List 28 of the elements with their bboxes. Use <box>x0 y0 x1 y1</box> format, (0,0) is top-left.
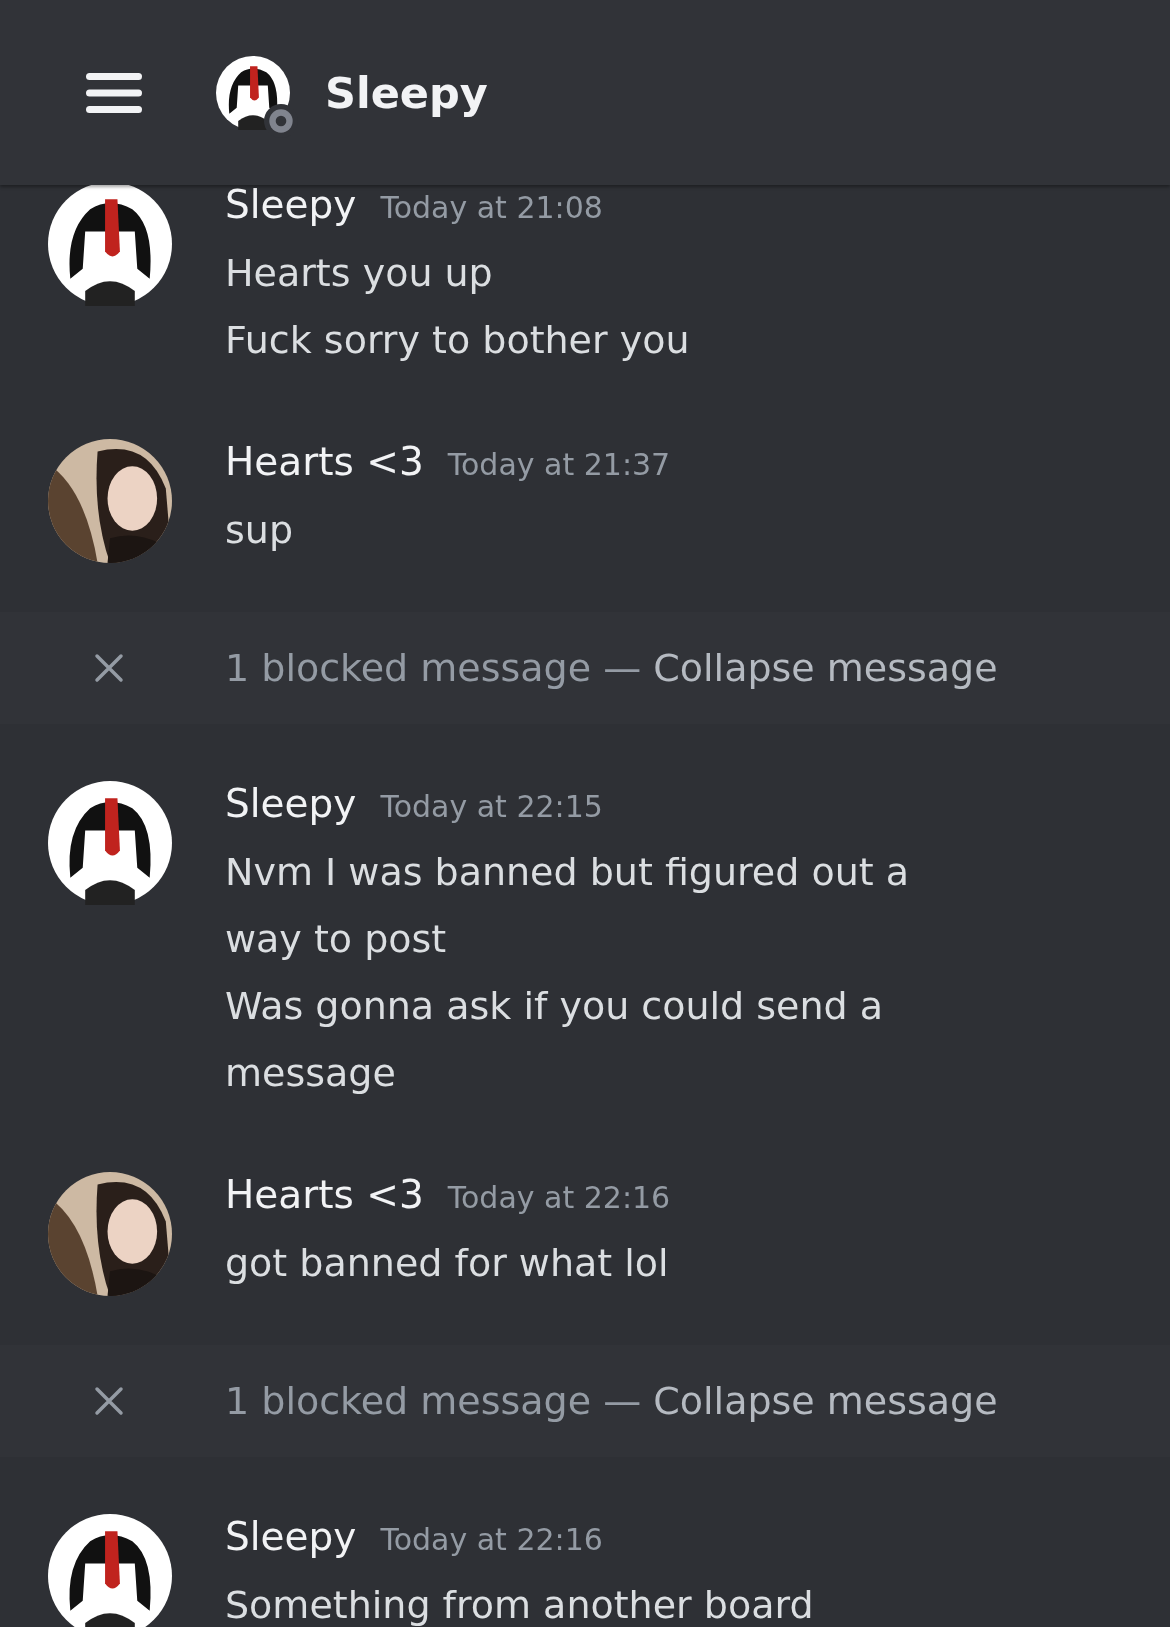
channel-title: Sleepy <box>325 67 488 118</box>
message-text: Something from another board <box>225 1582 815 1627</box>
timestamp: Today at 22:16 <box>447 1180 671 1215</box>
close-icon[interactable] <box>94 653 124 683</box>
timestamp: Today at 22:15 <box>380 789 603 824</box>
avatar[interactable] <box>48 1514 172 1627</box>
author-name[interactable]: Hearts <3 <box>225 439 424 484</box>
message-text: sup <box>225 507 294 554</box>
avatar[interactable] <box>48 182 172 306</box>
author-name[interactable]: Sleepy <box>225 182 357 227</box>
timestamp: Today at 22:16 <box>380 1522 603 1557</box>
timestamp: Today at 21:08 <box>380 190 603 225</box>
message-text: got banned for what lol <box>225 1240 670 1287</box>
message-text: Hearts you up <box>225 250 494 297</box>
author-name[interactable]: Hearts <3 <box>225 1172 424 1217</box>
collapse-link[interactable]: Collapse message <box>653 646 998 690</box>
avatar[interactable] <box>48 781 172 905</box>
menu-icon[interactable] <box>86 72 142 113</box>
message-text: Nvm I was banned but figured out a way to post <box>225 849 910 963</box>
close-icon[interactable] <box>94 1386 124 1416</box>
blocked-message-notice: 1 blocked message — Collapse message <box>225 1379 998 1423</box>
message-text: Was gonna ask if you could send a message <box>225 983 885 1097</box>
message-text: Fuck sorry to bother you <box>225 317 691 364</box>
blocked-message-notice: 1 blocked message — Collapse message <box>225 646 998 690</box>
author-name[interactable]: Sleepy <box>225 781 357 826</box>
timestamp: Today at 21:37 <box>447 447 671 482</box>
collapse-link[interactable]: Collapse message <box>653 1379 998 1423</box>
author-name[interactable]: Sleepy <box>225 1514 357 1559</box>
